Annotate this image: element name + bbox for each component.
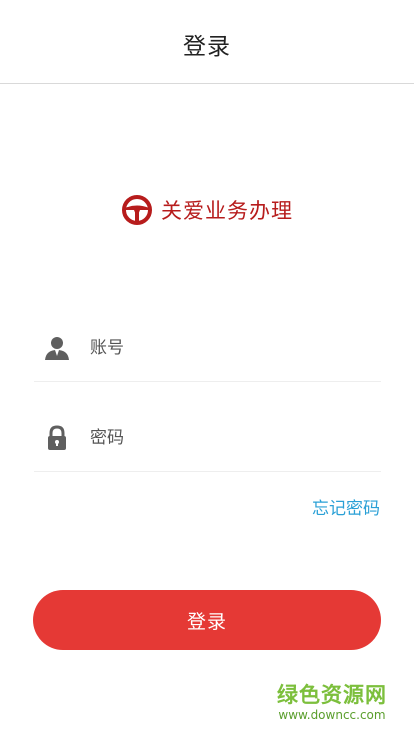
lock-icon — [48, 424, 66, 450]
page-title: 登录 — [183, 33, 231, 60]
brand-name: 关爱业务办理 — [161, 199, 293, 223]
forgot-password-link[interactable]: 忘记密码 — [312, 494, 380, 519]
watermark: 绿色资源网 www.downcc.com — [272, 682, 392, 722]
login-button[interactable]: 登录 — [33, 590, 381, 650]
watermark-text: 绿色资源网 — [277, 683, 387, 707]
account-input[interactable] — [90, 332, 350, 363]
watermark-url: www.downcc.com — [278, 708, 386, 722]
account-field[interactable] — [34, 314, 381, 382]
password-field[interactable] — [34, 404, 381, 472]
top-bar: 登录 — [0, 0, 414, 84]
steering-wheel-icon — [122, 195, 152, 225]
password-input[interactable] — [90, 422, 350, 453]
user-icon — [45, 336, 69, 360]
brand-logo: 关爱业务办理 — [0, 192, 414, 228]
